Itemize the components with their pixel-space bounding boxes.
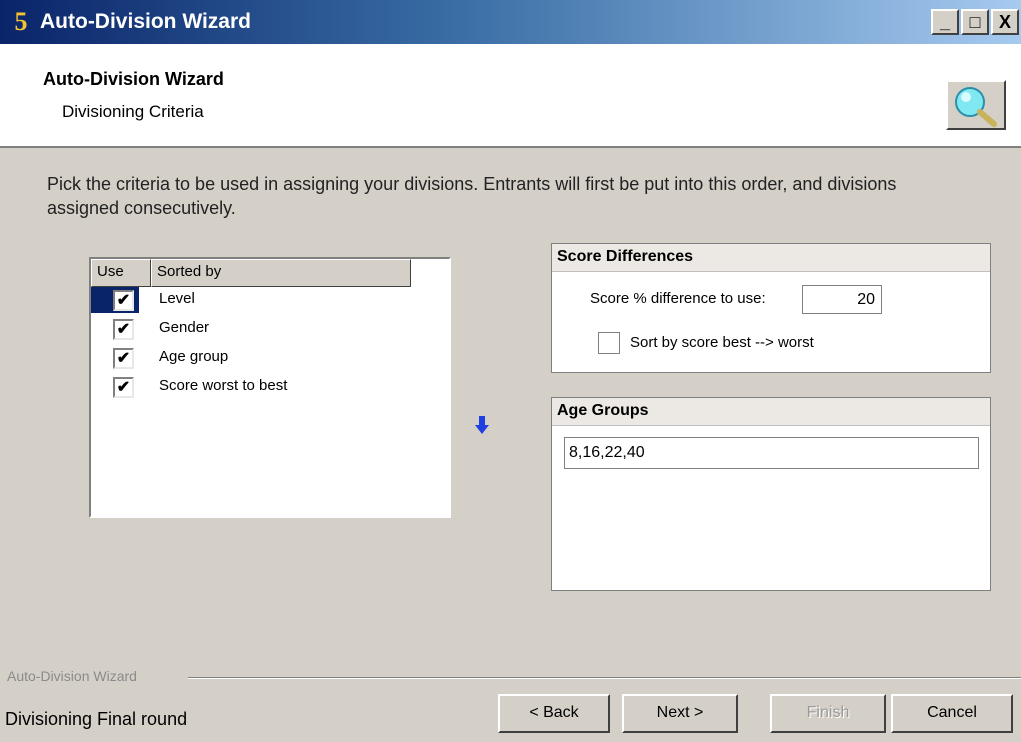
criterion-label: Gender	[159, 319, 210, 336]
title-bar[interactable]: 5 Auto-Division Wizard _ □ X	[0, 0, 1021, 44]
wizard-step-subtitle: Divisioning Criteria	[62, 102, 204, 121]
cancel-button[interactable]: Cancel	[891, 694, 1013, 733]
score-percent-input[interactable]: 20	[802, 285, 882, 314]
criterion-label: Level	[159, 290, 195, 307]
arrow-down-icon[interactable]	[474, 415, 490, 435]
use-checkbox[interactable]: ✔	[113, 290, 134, 311]
wizard-header: Auto-Division Wizard Divisioning Criteri…	[0, 44, 1021, 148]
list-item[interactable]: ✔ Level	[91, 287, 447, 313]
criterion-label: Score worst to best	[159, 377, 288, 394]
column-header-use[interactable]: Use	[91, 259, 151, 287]
app-icon: 5	[14, 7, 28, 36]
window-title: Auto-Division Wizard	[40, 10, 251, 33]
age-groups-input[interactable]: 8,16,22,40	[564, 437, 979, 469]
score-differences-panel: Score Differences Score % difference to …	[551, 243, 991, 373]
use-checkbox[interactable]: ✔	[113, 348, 134, 369]
back-button[interactable]: < Back	[498, 694, 610, 733]
sort-best-worst-label: Sort by score best --> worst	[630, 334, 814, 351]
column-header-sorted-by[interactable]: Sorted by	[151, 259, 411, 287]
maximize-button[interactable]: □	[961, 9, 989, 35]
use-checkbox[interactable]: ✔	[113, 319, 134, 340]
finish-button[interactable]: Finish	[770, 694, 886, 733]
score-differences-title: Score Differences	[552, 244, 990, 272]
window-controls: _ □ X	[931, 9, 1019, 35]
use-checkbox[interactable]: ✔	[113, 377, 134, 398]
close-button[interactable]: X	[991, 9, 1019, 35]
criteria-list[interactable]: Use Sorted by ✔ Level ✔ Gender ✔ Age gro…	[89, 257, 451, 518]
age-groups-panel: Age Groups 8,16,22,40	[551, 397, 991, 591]
footer-group-label: Auto-Division Wizard	[7, 668, 137, 684]
sort-best-worst-checkbox[interactable]	[598, 332, 620, 354]
criterion-label: Age group	[159, 348, 229, 365]
list-item[interactable]: ✔ Score worst to best	[91, 374, 447, 400]
status-text: Divisioning Final round	[5, 709, 188, 729]
next-button[interactable]: Next >	[622, 694, 738, 733]
list-item[interactable]: ✔ Gender	[91, 316, 447, 342]
list-header: Use Sorted by	[91, 259, 411, 287]
score-percent-label: Score % difference to use:	[590, 290, 766, 307]
footer-divider	[188, 677, 1021, 679]
wizard-title: Auto-Division Wizard	[43, 69, 224, 89]
magnifier-icon	[946, 80, 1006, 130]
minimize-button[interactable]: _	[931, 9, 959, 35]
age-groups-title: Age Groups	[552, 398, 990, 426]
list-item[interactable]: ✔ Age group	[91, 345, 447, 371]
instructions-text: Pick the criteria to be used in assignin…	[47, 174, 897, 218]
